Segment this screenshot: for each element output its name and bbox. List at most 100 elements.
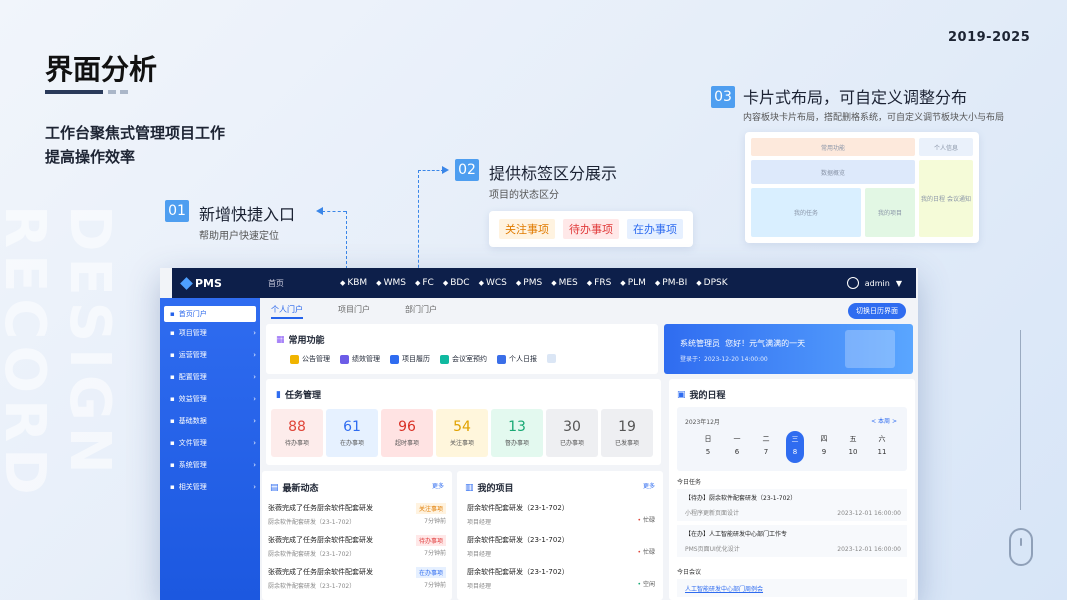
weekday-label: 一 <box>733 435 741 443</box>
task-stat[interactable]: 61 在办事项 <box>326 409 378 457</box>
nav-item-wcs[interactable]: ◆ WCS <box>479 278 507 288</box>
project-item[interactable]: 厨余软件配套研发（23-1-702） 项目经理 • 空闲 <box>467 567 655 595</box>
project-title: 厨余软件配套研发（23-1-702） <box>467 568 569 576</box>
date-label: 5 <box>705 448 711 456</box>
sidebar-item-label: 项目管理 <box>178 329 207 337</box>
calendar-day[interactable]: 四9 <box>815 431 833 463</box>
quick-item-label: 公告管理 <box>302 355 330 363</box>
sidebar-item[interactable]: ▪ 文件管理 › <box>170 438 256 448</box>
grid-cell: 常用功能 <box>751 138 915 156</box>
function-icon <box>340 354 349 364</box>
quick-item[interactable]: 绩效管理 <box>340 354 380 364</box>
chevron-down-icon: ▼ <box>895 278 902 288</box>
task-stat[interactable]: 30 已办事项 <box>546 409 598 457</box>
latest-news-card: ▤ 最新动态 更多 张薇完成了任务厨余软件配套研发 厨余软件配套研发（23-1-70… <box>262 471 452 600</box>
news-project: 厨余软件配套研发（23-1-702） <box>268 551 356 558</box>
project-item[interactable]: 厨余软件配套研发（23-1-702） 项目经理 • 忙碌 <box>467 503 655 531</box>
sidebar-item[interactable]: ▪ 效益管理 › <box>170 394 256 404</box>
feature-title: 卡片式布局，可自定义调整分布 <box>743 88 968 107</box>
weekday-label: 五 <box>849 435 857 443</box>
system-nav: ◆ KBM ◆ WMS ◆ FC ◆ BDC ◆ WCS ◆ PMS ◆ MES ◆ FRS ◆ PLM ◆ PM-B… <box>340 278 728 288</box>
folder-icon: ▥ <box>465 482 474 493</box>
sidebar-item[interactable]: ▪ 项目管理 › <box>170 328 256 338</box>
user-menu[interactable]: admin ▼ <box>846 277 902 289</box>
stat-label: 已发事项 <box>614 440 639 447</box>
quick-item[interactable]: 个人日报 <box>497 354 537 364</box>
nav-item-frs[interactable]: ◆ FRS <box>587 278 612 288</box>
nav-item-mes[interactable]: ◆ MES <box>551 278 578 288</box>
schedule-task-item[interactable]: 【在办】人工智能研发中心部门工作专 PMS页面UI优化设计 2023-12-01 1… <box>677 525 907 557</box>
nav-label: PLM <box>627 278 646 288</box>
project-status: • 忙碌 <box>638 515 655 524</box>
project-item[interactable]: 厨余软件配套研发（23-1-702） 项目经理 • 忙碌 <box>467 535 655 563</box>
calendar-month: 2023年12月 <box>685 419 720 426</box>
sidebar-item[interactable]: ▪ 配置管理 › <box>170 372 256 382</box>
add-shortcut-icon[interactable] <box>547 354 556 363</box>
stat-label: 超时事项 <box>394 440 419 447</box>
pms-icon: ◆ <box>515 279 522 287</box>
projects-more-link[interactable]: 更多 <box>643 481 655 490</box>
news-item[interactable]: 张薇完成了任务厨余软件配套研发 厨余软件配套研发（23-1-702） 待办事项 7分钟… <box>268 535 446 563</box>
calendar-day[interactable]: 六 11 <box>873 431 891 463</box>
news-item[interactable]: 张薇完成了任务厨余软件配套研发 厨余软件配套研发（23-1-702） 关注事项 7分钟… <box>268 503 446 531</box>
nav-item-dpsk[interactable]: ◆ DPSK <box>696 278 727 288</box>
switch-calendar-button[interactable]: 切换日历界面 <box>848 303 906 319</box>
news-item[interactable]: 张薇完成了任务厨余软件配套研发 厨余软件配套研发（23-1-702） 在办事项 7分钟… <box>268 567 446 595</box>
tab-department[interactable]: 部门门户 <box>405 304 437 315</box>
nav-item-plm[interactable]: ◆ PLM <box>620 278 646 288</box>
week-nav[interactable]: < 本周 > <box>871 416 897 425</box>
nav-item-fc[interactable]: ◆ FC <box>415 278 434 288</box>
frs-icon: ◆ <box>586 279 593 287</box>
today-tasks-label: 今日任务 <box>677 479 702 486</box>
nav-item-kbm[interactable]: ◆ KBM <box>340 278 367 288</box>
sidebar-item[interactable]: ▪ 运营管理 › <box>170 350 256 360</box>
calendar-day[interactable]: 日5 <box>699 431 717 463</box>
task-date: 2023-12-01 16:00:00 <box>837 510 901 517</box>
tag-doing: 在办事项 <box>627 219 683 239</box>
task-title: 【在办】人工智能研发中心部门工作专 <box>685 531 788 538</box>
nav-item-pm-bi[interactable]: ◆ PM-BI <box>655 278 687 288</box>
grid-cell: 个人信息 <box>919 138 973 156</box>
task-stat[interactable]: 13 督办事项 <box>491 409 543 457</box>
card-title: ▦ 常用功能 <box>276 334 325 347</box>
tab-personal[interactable]: 个人门户 <box>271 304 303 319</box>
sidebar-item[interactable]: ▪ 基础数据 › <box>170 416 256 426</box>
nav-item-pms[interactable]: ◆ PMS <box>516 278 542 288</box>
grid-icon: ▦ <box>276 334 285 345</box>
nav-home[interactable]: 首页 <box>268 278 284 289</box>
sidebar-item[interactable]: ▪ 系统管理 › <box>170 460 256 470</box>
calendar-day[interactable]: 五 10 <box>844 431 862 463</box>
chevron-right-icon: › <box>253 329 256 337</box>
task-date: 2023-12-01 16:00:00 <box>837 546 901 553</box>
calendar-day[interactable]: 二7 <box>757 431 775 463</box>
nav-item-wms[interactable]: ◆ WMS <box>376 278 406 288</box>
task-stat[interactable]: 19 已发事项 <box>601 409 653 457</box>
task-stat[interactable]: 88 待办事项 <box>271 409 323 457</box>
schedule-task-item[interactable]: 【待办】厨余软件配套研发（23-1-702） 小程序更新页面设计 2023-12-0… <box>677 489 907 521</box>
calendar-day[interactable]: 三8 <box>786 431 804 463</box>
app-logo[interactable]: PMS <box>180 277 222 290</box>
calendar-day[interactable]: 一6 <box>728 431 746 463</box>
task-stat[interactable]: 54 关注事项 <box>436 409 488 457</box>
stat-label: 已办事项 <box>559 440 584 447</box>
tab-project[interactable]: 项目门户 <box>338 304 370 315</box>
feature-number: 01 <box>165 200 189 222</box>
subtitle-line-2: 提高操作效率 <box>45 148 136 166</box>
fc-icon: ◆ <box>414 279 421 287</box>
project-status: • 空闲 <box>638 579 655 588</box>
sidebar-item[interactable]: ▪ 首页门户 <box>164 306 256 322</box>
title-underline <box>45 90 103 94</box>
news-more-link[interactable]: 更多 <box>432 481 444 490</box>
task-stat[interactable]: 96 超时事项 <box>381 409 433 457</box>
tag-follow: 关注事项 <box>499 219 555 239</box>
quick-item[interactable]: 会议室预约 <box>440 354 487 364</box>
sidebar-item[interactable]: ▪ 相关管理 › <box>170 482 256 492</box>
nav-item-bdc[interactable]: ◆ BDC <box>443 278 470 288</box>
nav-label: FRS <box>594 278 612 288</box>
quick-item[interactable]: 项目履历 <box>390 354 430 364</box>
pmbi-icon: ◆ <box>654 279 661 287</box>
meeting-item[interactable]: 人工智能研发中心部门周例会 <box>677 579 907 597</box>
plm-icon: ◆ <box>620 279 626 287</box>
quick-item[interactable]: 公告管理 <box>290 354 330 364</box>
tag-sample-box: 关注事项 待办事项 在办事项 <box>489 211 693 247</box>
